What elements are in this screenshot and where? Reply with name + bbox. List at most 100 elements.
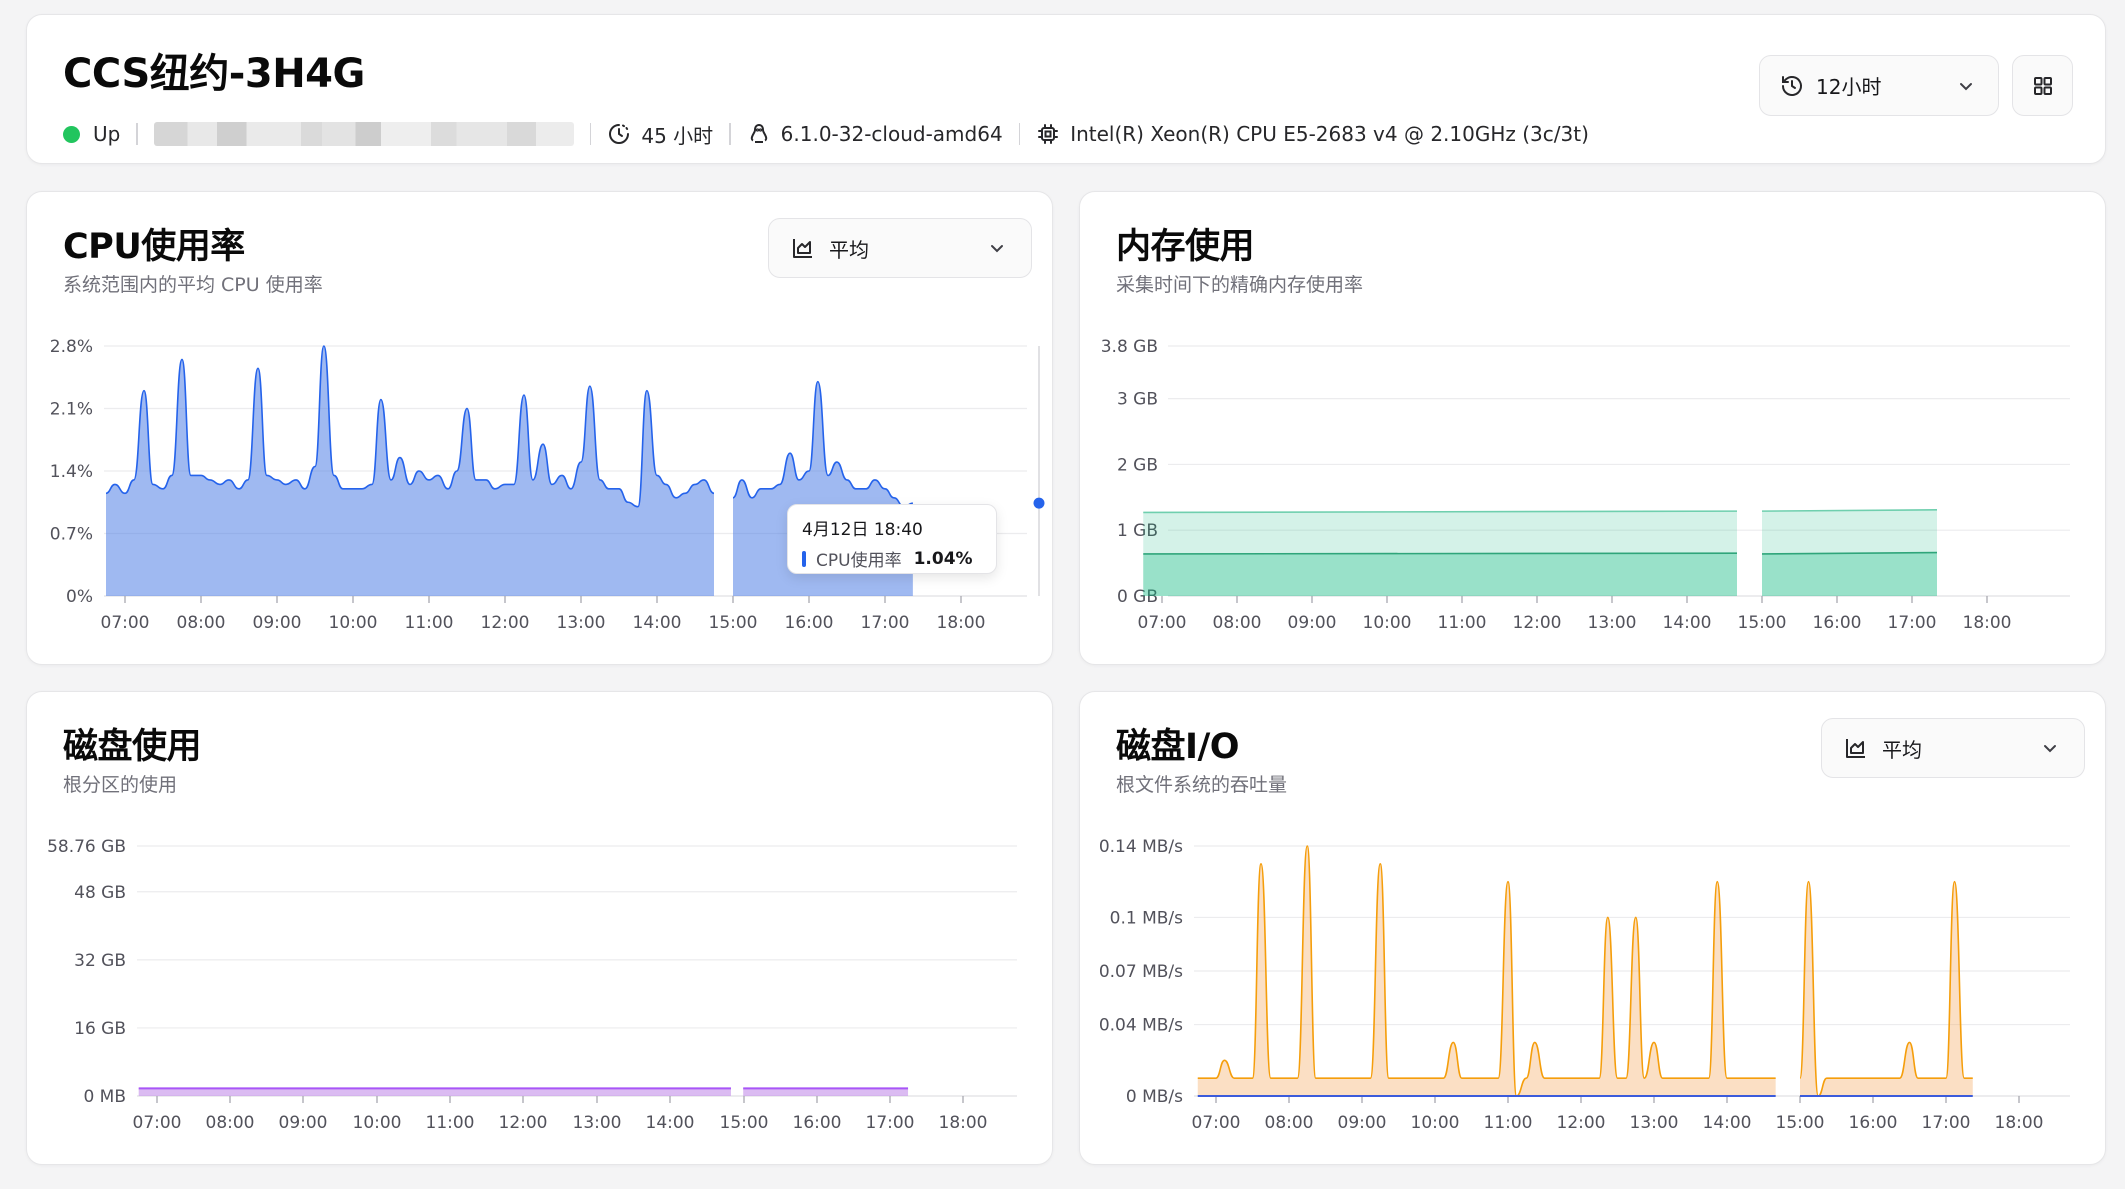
- x-tick-label: 13:00: [573, 1113, 622, 1133]
- server-header-card: CCS纽约-3H4G Up 45 小时 6.1.0-32-cloud-amd64…: [26, 14, 2106, 164]
- x-tick-label: 09:00: [279, 1113, 328, 1133]
- x-tick-label: 17:00: [861, 613, 910, 633]
- y-tick-label: 0.1 MB/s: [1110, 908, 1183, 928]
- x-tick-label: 18:00: [1963, 613, 2012, 633]
- x-tick-label: 14:00: [1663, 613, 1712, 633]
- x-tick-label: 10:00: [329, 613, 378, 633]
- io-series-line: [1799, 880, 1973, 1097]
- cpu-chip-icon: [1036, 122, 1060, 146]
- x-tick-label: 10:00: [1411, 1113, 1460, 1133]
- y-tick-label: 0.07 MB/s: [1099, 962, 1183, 982]
- x-tick-label: 15:00: [1738, 613, 1787, 633]
- x-tick-label: 09:00: [1338, 1113, 1387, 1133]
- y-tick-label: 0 MB/s: [1126, 1087, 1183, 1107]
- x-tick-label: 16:00: [785, 613, 834, 633]
- x-tick-label: 10:00: [1363, 613, 1412, 633]
- status-dot: [63, 125, 80, 143]
- disk-io-card: 磁盘I/O 根文件系统的吞吐量 平均 0 MB/s 0.04 MB/s 0.07 M…: [1079, 691, 2106, 1165]
- redacted-ip: [153, 122, 574, 146]
- x-tick-label: 17:00: [1888, 613, 1937, 633]
- mem-series-area: [1762, 552, 1937, 596]
- x-tick-label: 18:00: [937, 613, 986, 633]
- linux-penguin-icon: [747, 122, 771, 146]
- x-tick-label: 12:00: [499, 1113, 548, 1133]
- x-tick-label: 12:00: [1557, 1113, 1606, 1133]
- disk-series-area: [138, 1088, 731, 1096]
- server-info-row: Up 45 小时 6.1.0-32-cloud-amd64 Intel(R) X…: [63, 119, 1589, 149]
- separator: [729, 123, 731, 145]
- tooltip-series-marker: [802, 550, 806, 567]
- y-tick-label: 3 GB: [1117, 390, 1158, 410]
- x-tick-label: 15:00: [720, 1113, 769, 1133]
- cpu-chart[interactable]: 0% 0.7% 1.4% 2.1% 2.8% 07:00 08:00 09:00 10:00 11…: [27, 192, 1053, 665]
- grid-icon: [2031, 74, 2055, 98]
- layout-grid-button[interactable]: [2012, 55, 2073, 116]
- x-tick-label: 18:00: [1995, 1113, 2044, 1133]
- x-tick-label: 13:00: [1588, 613, 1637, 633]
- y-tick-label: 0.14 MB/s: [1099, 837, 1183, 857]
- y-tick-label: 3.8 GB: [1101, 337, 1158, 357]
- x-tick-label: 11:00: [405, 613, 454, 633]
- y-tick-label: 2 GB: [1117, 455, 1158, 475]
- x-tick-label: 09:00: [253, 613, 302, 633]
- x-tick-label: 08:00: [1213, 613, 1262, 633]
- x-tick-label: 07:00: [101, 613, 150, 633]
- y-tick-label: 2.1%: [50, 400, 93, 420]
- x-tick-label: 12:00: [1513, 613, 1562, 633]
- x-tick-label: 16:00: [1849, 1113, 1898, 1133]
- x-tick-label: 08:00: [177, 613, 226, 633]
- x-tick-label: 07:00: [1192, 1113, 1241, 1133]
- tooltip-series-name: CPU使用率: [816, 551, 902, 571]
- tooltip-value: 1.04%: [913, 548, 973, 569]
- x-tick-label: 17:00: [866, 1113, 915, 1133]
- disk-io-chart[interactable]: 0 MB/s 0.04 MB/s 0.07 MB/s 0.1 MB/s 0.14 MB/…: [1080, 692, 2106, 1165]
- uptime-value: 45 小时: [641, 123, 714, 148]
- disk-usage-card: 磁盘使用 根分区的使用 0 MB 16 GB 32 GB 48 GB 58.76 GB 0…: [26, 691, 1053, 1165]
- x-tick-label: 13:00: [1630, 1113, 1679, 1133]
- memory-chart[interactable]: 0 GB1 GB2 GB3 GB3.8 GB07:00 08:00 09:00 10:…: [1080, 192, 2106, 665]
- x-tick-label: 14:00: [633, 613, 682, 633]
- x-tick-label: 16:00: [793, 1113, 842, 1133]
- io-series-area: [1800, 881, 1973, 1096]
- chevron-down-icon: [1954, 74, 1978, 98]
- y-tick-label: 58.76 GB: [47, 837, 126, 857]
- separator: [1018, 123, 1021, 145]
- x-tick-label: 11:00: [1484, 1113, 1533, 1133]
- disk-chart[interactable]: 0 MB 16 GB 32 GB 48 GB 58.76 GB 07:00 08:00 09:…: [27, 692, 1053, 1165]
- disk-series-area: [743, 1088, 909, 1096]
- y-tick-label: 48 GB: [74, 883, 126, 903]
- time-range-value: 12小时: [1816, 75, 1882, 99]
- mem-series-area: [1143, 553, 1737, 596]
- x-tick-label: 09:00: [1288, 613, 1337, 633]
- hover-point: [1033, 497, 1045, 509]
- time-range-select[interactable]: 12小时: [1759, 55, 1999, 116]
- x-tick-label: 10:00: [353, 1113, 402, 1133]
- memory-usage-card: 内存使用 采集时间下的精确内存使用率 0 GB 1 GB 2 GB 3 GB 3.8 G…: [1079, 191, 2106, 665]
- x-tick-label: 11:00: [426, 1113, 475, 1133]
- tooltip-time: 4月12日 18:40: [802, 520, 923, 540]
- y-tick-label: 0.7%: [50, 525, 93, 545]
- y-tick-label: 16 GB: [74, 1019, 126, 1039]
- separator: [589, 123, 592, 145]
- x-tick-label: 17:00: [1922, 1113, 1971, 1133]
- cpu-usage-card: CPU使用率 系统范围内的平均 CPU 使用率 平均 0% 0.7% 1.4% 2.1…: [26, 191, 1053, 665]
- x-tick-label: 14:00: [646, 1113, 695, 1133]
- y-tick-label: 0.04 MB/s: [1099, 1016, 1183, 1036]
- y-tick-label: 0%: [66, 587, 93, 607]
- x-tick-label: 07:00: [1138, 613, 1187, 633]
- x-tick-label: 07:00: [133, 1113, 182, 1133]
- x-tick-label: 13:00: [557, 613, 606, 633]
- server-name: CCS纽约-3H4G: [63, 51, 365, 97]
- y-tick-label: 0 MB: [83, 1087, 126, 1107]
- uptime-clock-icon: [607, 122, 631, 146]
- y-tick-label: 32 GB: [74, 951, 126, 971]
- y-tick-label: 2.8%: [50, 337, 93, 357]
- separator: [136, 123, 138, 145]
- y-tick-label: 1.4%: [50, 462, 93, 482]
- x-tick-label: 16:00: [1813, 613, 1862, 633]
- x-tick-label: 18:00: [939, 1113, 988, 1133]
- status-text: Up: [93, 122, 121, 146]
- x-tick-label: 08:00: [206, 1113, 255, 1133]
- chart-tooltip: 4月12日 18:40 CPU使用率 1.04%: [787, 504, 997, 574]
- x-tick-label: 11:00: [1438, 613, 1487, 633]
